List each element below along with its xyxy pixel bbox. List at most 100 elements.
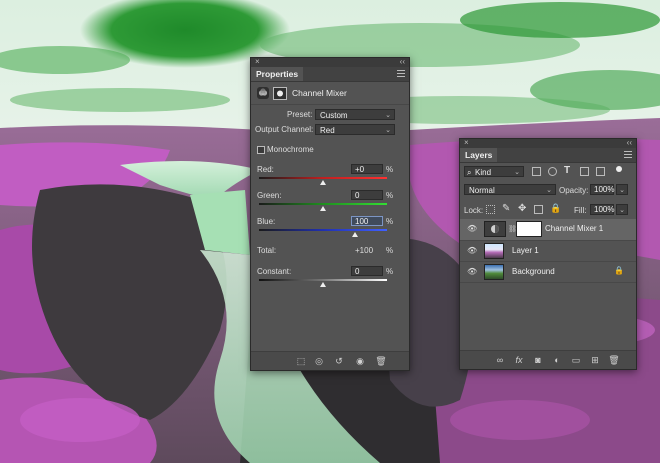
layer-name[interactable]: Background: [512, 267, 555, 276]
blue-slider-row: Blue: 100 %: [255, 216, 405, 228]
add-mask-icon[interactable]: ◙: [532, 354, 544, 366]
chevron-down-icon: ⌄: [514, 169, 520, 176]
layer-row-background[interactable]: 👁 Background 🔒: [460, 262, 636, 283]
constant-slider-track[interactable]: [259, 279, 387, 281]
filter-toggle-icon[interactable]: [616, 166, 622, 172]
total-unit: %: [386, 246, 394, 255]
layer-name[interactable]: Channel Mixer 1: [545, 224, 603, 233]
preset-value: Custom: [320, 111, 348, 120]
blue-slider-thumb[interactable]: [352, 232, 358, 237]
layer-row-layer-1[interactable]: 👁 Layer 1: [460, 241, 636, 262]
filter-shape-icon[interactable]: [580, 167, 589, 176]
layers-tabbar: Layers: [460, 148, 636, 163]
total-row: Total: +100 %: [255, 245, 405, 257]
adjustment-header: Channel Mixer: [251, 82, 409, 105]
total-label: Total:: [257, 246, 277, 255]
layer-name[interactable]: Layer 1: [512, 246, 539, 255]
green-slider-row: Green: 0 %: [255, 190, 405, 202]
panel-menu-icon[interactable]: [397, 70, 405, 78]
clip-to-layer-icon[interactable]: ⬚: [295, 355, 307, 367]
tab-properties[interactable]: Properties: [251, 67, 304, 81]
lock-image-icon[interactable]: ✎: [502, 203, 510, 214]
preset-select[interactable]: Custom ⌄: [315, 109, 395, 120]
fill-dropdown[interactable]: ⌄: [616, 204, 628, 215]
adjustment-thumbnail: [484, 221, 506, 237]
visibility-eye-icon[interactable]: 👁: [467, 225, 477, 233]
green-slider-track[interactable]: [259, 203, 387, 205]
close-icon[interactable]: ×: [464, 138, 469, 147]
output-channel-label: Output Channel:: [255, 125, 314, 134]
close-icon[interactable]: ×: [255, 57, 260, 66]
monochrome-checkbox[interactable]: [257, 146, 265, 154]
opacity-dropdown[interactable]: ⌄: [616, 184, 628, 195]
green-slider-thumb[interactable]: [320, 206, 326, 211]
layer-thumbnail: [484, 243, 504, 259]
chevron-down-icon: ⌄: [385, 112, 391, 119]
lock-all-icon[interactable]: 🔒: [550, 203, 561, 214]
mask-thumbnail[interactable]: [516, 221, 542, 237]
trash-icon[interactable]: 🗑: [375, 355, 387, 367]
red-slider-track[interactable]: [259, 177, 387, 179]
preset-row: Preset: Custom ⌄: [255, 109, 405, 121]
panel-menu-icon[interactable]: [624, 151, 632, 159]
opacity-field[interactable]: 100%: [590, 184, 614, 195]
chevron-down-icon: ⌄: [619, 187, 625, 194]
red-value-field[interactable]: +0: [351, 164, 383, 174]
red-slider-row: Red: +0 %: [255, 164, 405, 176]
blue-unit: %: [386, 217, 394, 226]
lock-transparent-icon[interactable]: [486, 205, 495, 214]
filter-smart-object-icon[interactable]: [596, 167, 605, 176]
green-label: Green:: [257, 191, 282, 200]
green-unit: %: [386, 191, 394, 200]
blend-mode-select[interactable]: Normal ⌄: [464, 184, 556, 195]
monochrome-row: Monochrome: [255, 144, 405, 156]
adjustment-layer-icon[interactable]: ◐: [551, 354, 563, 366]
green-value-field[interactable]: 0: [351, 190, 383, 200]
mask-icon[interactable]: [273, 87, 287, 100]
visibility-eye-icon[interactable]: 👁: [467, 247, 477, 255]
layers-bottom-toolbar: ∞ fx ◙ ◐ ▭ ⊞ 🗑: [460, 350, 636, 369]
filter-pixel-icon[interactable]: [532, 167, 541, 176]
layer-thumbnail: [484, 264, 504, 280]
chevron-down-icon: ⌄: [619, 207, 625, 214]
fill-field[interactable]: 100%: [590, 204, 614, 215]
blue-slider-track[interactable]: [259, 229, 387, 231]
visibility-eye-icon[interactable]: ◉: [354, 355, 366, 367]
filter-adjustment-icon[interactable]: [548, 167, 557, 176]
filter-kind-select[interactable]: ⌕ Kind ⌄: [464, 166, 524, 177]
layer-lock-icon: 🔒: [614, 266, 624, 275]
output-channel-select[interactable]: Red ⌄: [315, 124, 395, 135]
collapse-icon[interactable]: ‹‹: [400, 57, 405, 66]
opacity-label: Opacity:: [559, 186, 589, 195]
lock-artboard-icon[interactable]: [534, 205, 543, 214]
properties-tabbar: Properties: [251, 67, 409, 82]
red-unit: %: [386, 165, 394, 174]
new-layer-icon[interactable]: ⊞: [589, 354, 601, 366]
blue-label: Blue:: [257, 217, 276, 226]
fx-icon[interactable]: fx: [513, 354, 525, 366]
filter-type-icon[interactable]: T: [564, 165, 570, 176]
panel-topstrip: × ‹‹: [251, 57, 409, 67]
trash-icon[interactable]: 🗑: [608, 354, 620, 366]
channel-mixer-icon: [257, 87, 269, 99]
red-label: Red:: [257, 165, 274, 174]
constant-label: Constant:: [257, 267, 292, 276]
constant-slider-thumb[interactable]: [320, 282, 326, 287]
group-folder-icon[interactable]: ▭: [570, 354, 582, 366]
lock-position-icon[interactable]: ✥: [518, 203, 526, 214]
tab-layers[interactable]: Layers: [460, 148, 498, 162]
visibility-eye-icon[interactable]: 👁: [467, 268, 477, 276]
lock-label: Lock:: [464, 206, 484, 215]
view-previous-state-icon[interactable]: ◎: [313, 355, 325, 367]
blue-value-field[interactable]: 100: [351, 216, 383, 226]
chevron-down-icon: ⌄: [385, 127, 391, 134]
reset-icon[interactable]: ↺: [333, 355, 345, 367]
collapse-icon[interactable]: ‹‹: [627, 138, 632, 147]
layer-row-channel-mixer[interactable]: 👁 ⛓ Channel Mixer 1: [460, 219, 636, 241]
red-slider-thumb[interactable]: [320, 180, 326, 185]
link-layers-icon[interactable]: ∞: [494, 354, 506, 366]
properties-bottom-toolbar: ⬚ ◎ ↺ ◉ 🗑: [251, 351, 409, 370]
constant-value-field[interactable]: 0: [351, 266, 383, 276]
fill-label: Fill:: [574, 206, 587, 215]
layers-panel: × ‹‹ Layers ⌕ Kind ⌄ T Normal ⌄ Opacity:…: [459, 138, 637, 370]
